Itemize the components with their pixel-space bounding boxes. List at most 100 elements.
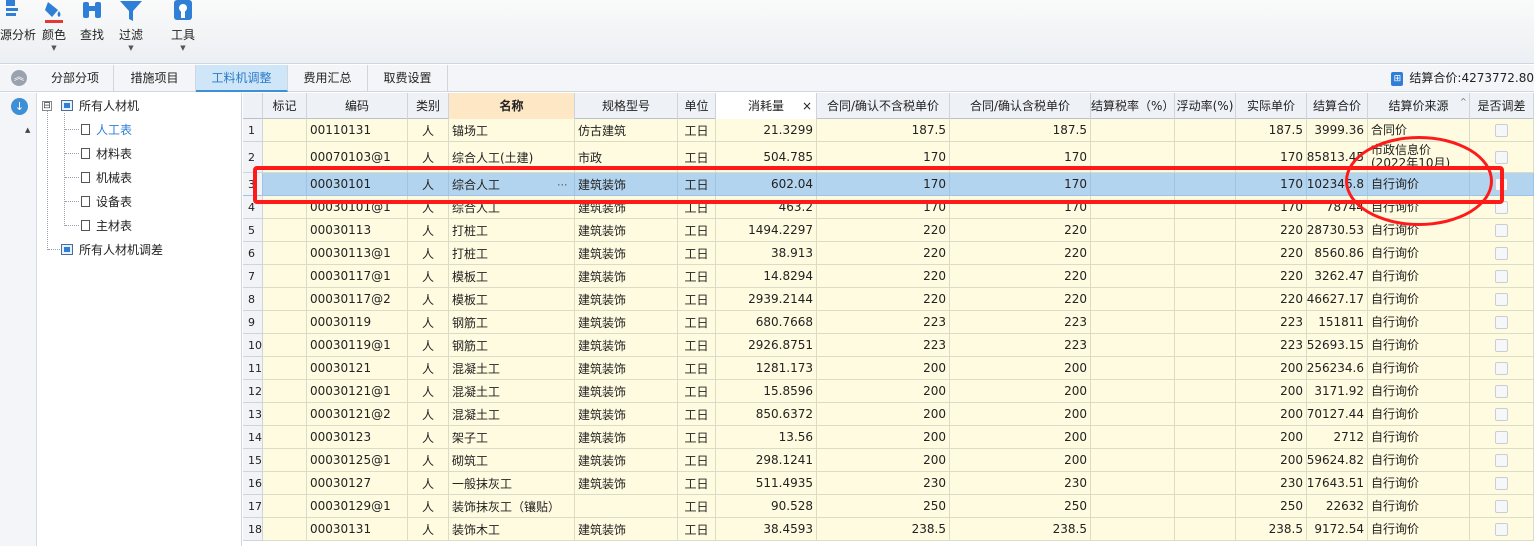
cell-price-incl-tax[interactable]: 223 (950, 334, 1091, 357)
cell-tax-rate[interactable] (1091, 449, 1175, 472)
cell-name[interactable]: 装饰抹灰工（镶贴） (449, 495, 575, 518)
cell-unit[interactable]: 工日 (678, 196, 716, 219)
cell-price-source[interactable]: 市政信息价(2022年10月) (1368, 142, 1470, 173)
table-row[interactable]: 9 00030119 人钢筋工 建筑装饰 工日 680.7668 223 223 223 1518… (243, 311, 1534, 334)
cell-spec[interactable]: 建筑装饰 (575, 518, 678, 541)
cell-code[interactable]: 00030113 (307, 219, 408, 242)
cell-actual-price[interactable]: 200 (1236, 426, 1307, 449)
column-header-float-rate[interactable]: 浮动率(%) (1175, 93, 1236, 119)
cell-actual-price[interactable]: 238.5 (1236, 518, 1307, 541)
cell-quantity[interactable]: 13.56 (716, 426, 817, 449)
column-header-category[interactable]: 类别 (408, 93, 449, 119)
cell-settlement-total[interactable]: 652693.15 (1307, 334, 1368, 357)
cell-quantity[interactable]: 21.3299 (716, 119, 817, 142)
adjust-checkbox[interactable] (1495, 123, 1508, 137)
cell-quantity[interactable]: 90.528 (716, 495, 817, 518)
table-row[interactable]: 4 00030101@1 人综合人工 建筑装饰 工日 463.2 170 170 170 7874… (243, 196, 1534, 219)
adjust-checkbox[interactable] (1495, 177, 1508, 191)
cell-row-number[interactable]: 18 (243, 518, 263, 541)
cell-settlement-total[interactable]: 22632 (1307, 495, 1368, 518)
cell-mark[interactable] (263, 142, 307, 173)
cell-row-number[interactable]: 13 (243, 403, 263, 426)
cell-tax-rate[interactable] (1091, 495, 1175, 518)
column-header-mark[interactable]: 标记 (263, 93, 307, 119)
cell-actual-price[interactable]: 250 (1236, 495, 1307, 518)
cell-actual-price[interactable]: 200 (1236, 380, 1307, 403)
tools-dropdown-icon[interactable]: ▼ (168, 44, 198, 52)
cell-price-excl-tax[interactable]: 170 (817, 196, 950, 219)
cell-price-excl-tax[interactable]: 238.5 (817, 518, 950, 541)
adjust-checkbox[interactable] (1495, 269, 1508, 283)
column-header-adjust-flag[interactable]: 是否调差 (1470, 93, 1534, 119)
cell-category[interactable]: 人 (408, 119, 449, 142)
tab-feiyong-huizong[interactable]: 费用汇总 (288, 65, 368, 92)
cell-spec[interactable]: 建筑装饰 (575, 472, 678, 495)
cell-actual-price[interactable]: 200 (1236, 403, 1307, 426)
cell-tax-rate[interactable] (1091, 242, 1175, 265)
cell-code[interactable]: 00070103@1 (307, 142, 408, 173)
filter-dropdown-icon[interactable]: ▼ (114, 44, 148, 52)
table-row[interactable]: 10 00030119@1 人钢筋工 建筑装饰 工日 2926.8751 223 223 223… (243, 334, 1534, 357)
cell-quantity[interactable]: 2939.2144 (716, 288, 817, 311)
adjust-checkbox[interactable] (1495, 200, 1508, 214)
cell-category[interactable]: 人 (408, 449, 449, 472)
cell-price-excl-tax[interactable]: 230 (817, 472, 950, 495)
color-dropdown-icon[interactable]: ▼ (36, 44, 72, 52)
cell-mark[interactable] (263, 265, 307, 288)
cell-spec[interactable]: 建筑装饰 (575, 242, 678, 265)
table-row[interactable]: 2 00070103@1 人综合人工(土建) 市政 工日 504.785 170 170 170… (243, 142, 1534, 173)
cell-actual-price[interactable]: 200 (1236, 449, 1307, 472)
table-row[interactable]: 1 00110131 人锚场工 仿古建筑 工日 21.3299 187.5 187.5 187.… (243, 119, 1534, 142)
cell-price-incl-tax[interactable]: 200 (950, 449, 1091, 472)
cell-price-incl-tax[interactable]: 170 (950, 196, 1091, 219)
cell-settlement-total[interactable]: 102346.8 (1307, 173, 1368, 196)
cell-spec[interactable]: 建筑装饰 (575, 380, 678, 403)
adjust-checkbox[interactable] (1495, 522, 1508, 536)
cell-tax-rate[interactable] (1091, 518, 1175, 541)
cell-code[interactable]: 00030121 (307, 357, 408, 380)
cell-name[interactable]: 打桩工 (449, 219, 575, 242)
cell-price-excl-tax[interactable]: 200 (817, 426, 950, 449)
cell-price-source[interactable]: 自行询价 (1368, 242, 1470, 265)
cell-spec[interactable]: 建筑装饰 (575, 265, 678, 288)
cell-tax-rate[interactable] (1091, 380, 1175, 403)
cell-row-number[interactable]: 17 (243, 495, 263, 518)
cell-price-excl-tax[interactable]: 220 (817, 242, 950, 265)
cell-actual-price[interactable]: 220 (1236, 265, 1307, 288)
cell-category[interactable]: 人 (408, 380, 449, 403)
cell-price-incl-tax[interactable]: 170 (950, 173, 1091, 196)
cell-code[interactable]: 00030101 (307, 173, 408, 196)
cell-row-number[interactable]: 6 (243, 242, 263, 265)
cell-code[interactable]: 00030129@1 (307, 495, 408, 518)
cell-float-rate[interactable] (1175, 357, 1236, 380)
cell-unit[interactable]: 工日 (678, 449, 716, 472)
cell-mark[interactable] (263, 173, 307, 196)
cell-code[interactable]: 00030113@1 (307, 242, 408, 265)
cell-settlement-total[interactable]: 117643.51 (1307, 472, 1368, 495)
cell-mark[interactable] (263, 119, 307, 142)
adjust-checkbox[interactable] (1495, 338, 1508, 352)
cell-settlement-total[interactable]: 3171.92 (1307, 380, 1368, 403)
cell-quantity[interactable]: 850.6372 (716, 403, 817, 426)
table-row[interactable]: 800030117@2人模板工建筑装饰工日2939.21442202202206… (243, 288, 1534, 311)
cell-price-source[interactable]: 自行询价 (1368, 173, 1470, 196)
cell-mark[interactable] (263, 242, 307, 265)
cell-tax-rate[interactable] (1091, 357, 1175, 380)
cell-mark[interactable] (263, 219, 307, 242)
cell-tax-rate[interactable] (1091, 403, 1175, 426)
cell-price-source[interactable]: 自行询价 (1368, 334, 1470, 357)
cell-settlement-total[interactable]: 85813.45 (1307, 142, 1368, 173)
cell-settlement-total[interactable]: 8560.86 (1307, 242, 1368, 265)
cell-price-source[interactable]: 自行询价 (1368, 219, 1470, 242)
cell-tax-rate[interactable] (1091, 472, 1175, 495)
table-row[interactable]: 18 00030131 人装饰木工 建筑装饰 工日 38.4593 238.5 238.5 23… (243, 518, 1534, 541)
cell-price-incl-tax[interactable]: 220 (950, 219, 1091, 242)
tab-cuoshi-xiangmu[interactable]: 措施项目 (114, 65, 196, 92)
cell-name[interactable]: 打桩工 (449, 242, 575, 265)
cell-category[interactable]: 人 (408, 142, 449, 173)
cell-price-incl-tax[interactable]: 223 (950, 311, 1091, 334)
tab-fenbu-fenxiang[interactable]: 分部分项 (37, 65, 114, 92)
cell-quantity[interactable]: 15.8596 (716, 380, 817, 403)
cell-float-rate[interactable] (1175, 173, 1236, 196)
tree-item-machinery[interactable]: 机械表 (81, 168, 132, 188)
